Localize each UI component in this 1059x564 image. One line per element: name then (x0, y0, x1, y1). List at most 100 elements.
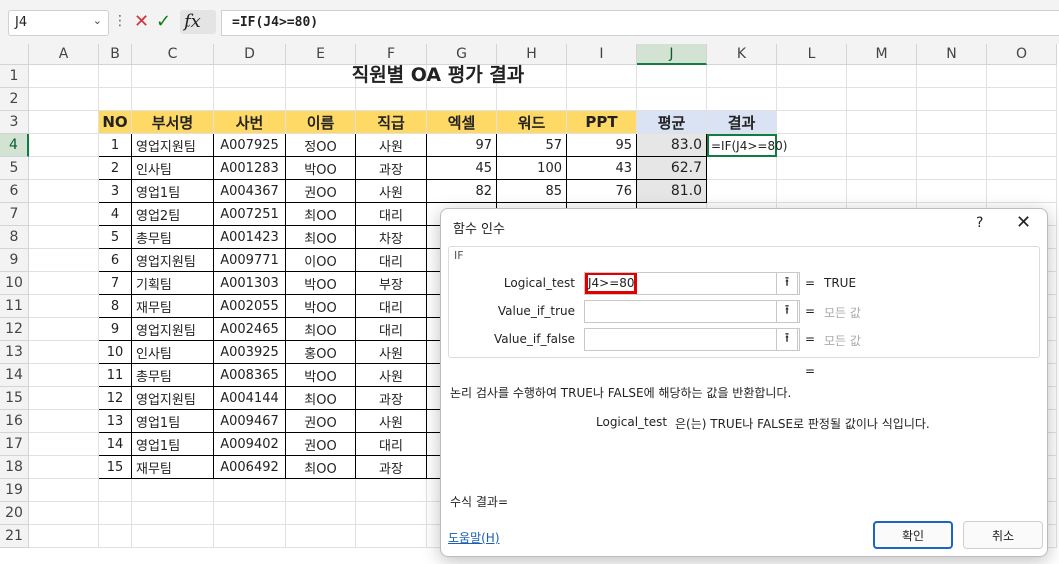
table-cell[interactable]: 대리 (356, 203, 427, 226)
cell[interactable] (214, 88, 286, 111)
cell[interactable] (707, 88, 777, 111)
table-cell[interactable]: 인사팀 (132, 341, 214, 364)
table-cell[interactable]: 대리 (356, 249, 427, 272)
cell[interactable] (847, 65, 917, 88)
row-header-17[interactable]: 17 (0, 433, 29, 456)
table-cell[interactable]: A001423 (214, 226, 286, 249)
cell[interactable] (99, 479, 132, 502)
cell[interactable] (29, 295, 99, 318)
table-cell[interactable]: 최OO (286, 456, 356, 479)
cell[interactable] (29, 433, 99, 456)
collapse-dialog-icon[interactable]: ⭱ (776, 328, 798, 351)
table-cell[interactable]: 2 (99, 157, 132, 180)
table-cell[interactable]: 4 (99, 203, 132, 226)
table-cell[interactable]: 5 (99, 226, 132, 249)
row-header-16[interactable]: 16 (0, 410, 29, 433)
cell[interactable] (847, 111, 917, 134)
more-options-icon[interactable]: ⋮ (113, 13, 127, 29)
result-cell[interactable] (707, 180, 777, 203)
select-all-corner[interactable] (0, 44, 29, 65)
table-cell[interactable]: 차장 (356, 226, 427, 249)
cell[interactable] (917, 180, 987, 203)
cell[interactable] (29, 525, 99, 548)
table-cell[interactable]: 권OO (286, 410, 356, 433)
collapse-dialog-icon[interactable]: ⭱ (776, 272, 798, 295)
cell[interactable] (427, 88, 497, 111)
table-cell[interactable]: 76 (567, 180, 637, 203)
table-cell[interactable]: 사원 (356, 364, 427, 387)
cell[interactable] (847, 88, 917, 111)
cell[interactable] (847, 157, 917, 180)
row-header-21[interactable]: 21 (0, 525, 29, 548)
table-cell[interactable]: 부장 (356, 272, 427, 295)
table-cell[interactable]: 홍OO (286, 341, 356, 364)
row-header-3[interactable]: 3 (0, 111, 29, 134)
row-header-14[interactable]: 14 (0, 364, 29, 387)
cell[interactable] (286, 88, 356, 111)
cell[interactable] (29, 180, 99, 203)
table-cell[interactable]: 10 (99, 341, 132, 364)
row-header-13[interactable]: 13 (0, 341, 29, 364)
table-cell[interactable]: A006492 (214, 456, 286, 479)
table-cell[interactable]: 대리 (356, 318, 427, 341)
table-cell[interactable]: A002055 (214, 295, 286, 318)
table-cell[interactable]: 85 (497, 180, 567, 203)
table-cell[interactable]: 사원 (356, 134, 427, 157)
cell[interactable] (29, 203, 99, 226)
column-header-n[interactable]: N (917, 44, 987, 65)
table-cell[interactable]: A008365 (214, 364, 286, 387)
table-cell[interactable]: 영업지원팀 (132, 249, 214, 272)
row-header-1[interactable]: 1 (0, 65, 29, 88)
table-cell[interactable]: 영업지원팀 (132, 318, 214, 341)
cell[interactable] (132, 88, 214, 111)
table-cell[interactable]: 12 (99, 387, 132, 410)
cell[interactable] (567, 88, 637, 111)
table-cell[interactable]: 6 (99, 249, 132, 272)
table-cell[interactable]: 영업지원팀 (132, 134, 214, 157)
cell[interactable] (29, 111, 99, 134)
cell[interactable] (132, 479, 214, 502)
table-cell[interactable]: 43 (567, 157, 637, 180)
table-cell[interactable]: 박OO (286, 364, 356, 387)
table-cell[interactable]: 영업1팀 (132, 410, 214, 433)
cell[interactable] (497, 88, 567, 111)
cell[interactable] (777, 157, 847, 180)
cell[interactable] (917, 157, 987, 180)
cell[interactable] (29, 226, 99, 249)
table-cell[interactable]: 최OO (286, 203, 356, 226)
table-cell[interactable]: 1 (99, 134, 132, 157)
collapse-dialog-icon[interactable]: ⭱ (776, 300, 798, 323)
cell[interactable] (286, 525, 356, 548)
row-header-19[interactable]: 19 (0, 479, 29, 502)
cell[interactable] (917, 111, 987, 134)
table-cell[interactable]: 7 (99, 272, 132, 295)
cell[interactable] (356, 525, 427, 548)
cell[interactable] (29, 88, 99, 111)
cell[interactable] (917, 88, 987, 111)
table-cell[interactable]: 3 (99, 180, 132, 203)
table-cell[interactable]: 62.7 (637, 157, 707, 180)
cell[interactable] (987, 65, 1057, 88)
cell[interactable] (29, 318, 99, 341)
table-cell[interactable]: 최OO (286, 387, 356, 410)
row-header-6[interactable]: 6 (0, 180, 29, 203)
table-cell[interactable]: 82 (427, 180, 497, 203)
row-header-12[interactable]: 12 (0, 318, 29, 341)
table-cell[interactable]: A001303 (214, 272, 286, 295)
cell[interactable] (99, 88, 132, 111)
cell[interactable] (777, 134, 847, 157)
cell[interactable] (29, 456, 99, 479)
cell[interactable] (29, 502, 99, 525)
table-cell[interactable]: A003925 (214, 341, 286, 364)
table-cell[interactable]: 인사팀 (132, 157, 214, 180)
table-cell[interactable]: 최OO (286, 318, 356, 341)
table-cell[interactable]: 재무팀 (132, 456, 214, 479)
table-cell[interactable]: 사원 (356, 180, 427, 203)
active-cell[interactable]: =IF(J4>=80) (707, 134, 787, 157)
cell[interactable] (132, 502, 214, 525)
row-header-18[interactable]: 18 (0, 456, 29, 479)
table-cell[interactable]: 영업1팀 (132, 180, 214, 203)
column-header-a[interactable]: A (29, 44, 99, 65)
table-cell[interactable]: 정OO (286, 134, 356, 157)
cell[interactable] (847, 134, 917, 157)
